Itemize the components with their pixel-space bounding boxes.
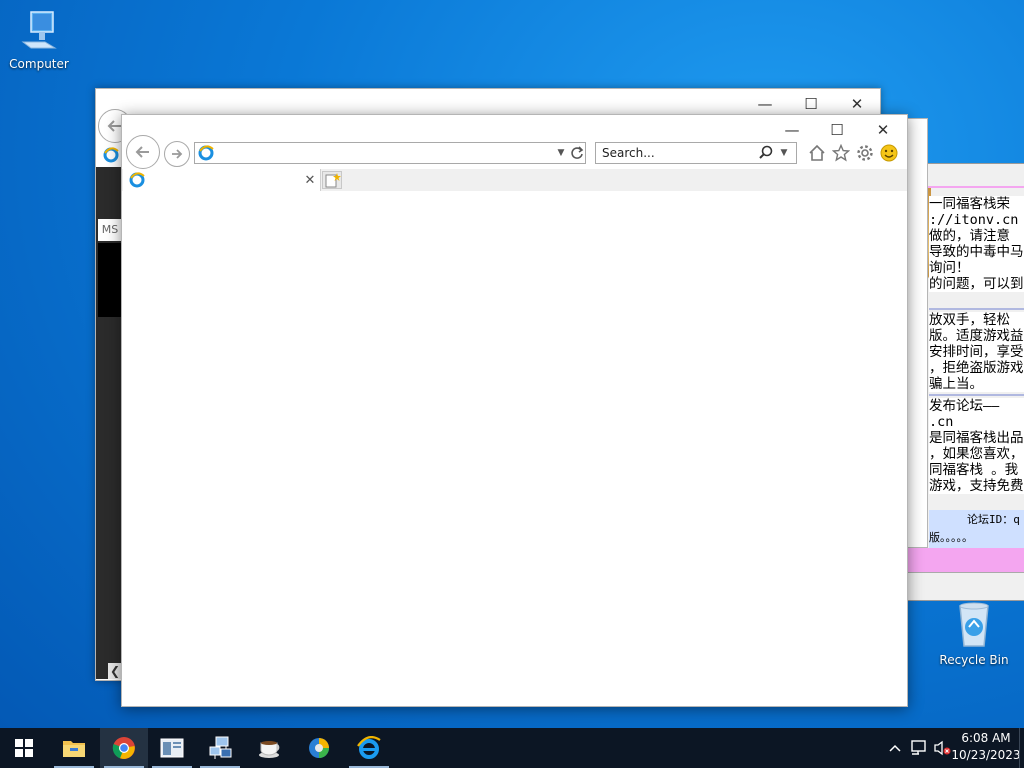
- text-line: 放双手，轻松: [929, 312, 1010, 328]
- forum-bar: 论坛ID：q 版。。。。。: [929, 510, 1024, 548]
- smiley-feedback-icon[interactable]: [879, 143, 899, 163]
- computer-icon: [21, 11, 57, 49]
- status-strip: [901, 572, 1024, 600]
- clock-time: 6:08 AM: [961, 731, 1011, 745]
- text-line: ，拒绝盗版游戏: [929, 360, 1024, 376]
- text-block-low: 发布论坛—— .cn 是同福客栈出品 ，如果您喜欢， 同福客栈 。我 游戏，支持…: [929, 398, 1024, 494]
- ie-tab-icon: [127, 170, 147, 190]
- text-line: 同福客栈 。我: [929, 462, 1019, 478]
- forward-arrow-icon: [172, 149, 183, 159]
- favorites-star-icon[interactable]: [831, 143, 851, 163]
- back-button[interactable]: [126, 135, 160, 169]
- start-button[interactable]: [0, 728, 48, 768]
- text-line: 导致的中毒中马: [929, 244, 1024, 260]
- forum-id-text: 论坛ID：q: [967, 513, 1020, 526]
- ie-window-front[interactable]: — ☐ ✕ ▼ Search... ▼ ✕: [121, 114, 908, 707]
- chevron-up-icon: [889, 744, 901, 752]
- text-line: 骗上当。: [929, 376, 983, 392]
- desktop-icon-computer[interactable]: Computer: [3, 8, 75, 71]
- network-computer-icon: [209, 736, 232, 759]
- maximize-button[interactable]: ☐: [814, 115, 860, 145]
- taskbar-app-window[interactable]: [148, 728, 196, 768]
- text-line: 安排时间，享受: [929, 344, 1024, 360]
- text-line: ://itonv.cn: [929, 212, 1019, 228]
- window-edge-strip: [906, 118, 928, 548]
- gear-icon[interactable]: [855, 143, 875, 163]
- tab-strip: ✕: [122, 169, 907, 191]
- show-hidden-icons-button[interactable]: [886, 728, 904, 768]
- search-icon[interactable]: [756, 143, 776, 163]
- text-line: 询问！: [929, 260, 970, 276]
- pink-band-bottom: [901, 548, 1024, 572]
- text-line: 一同福客栈荣: [929, 196, 1010, 212]
- home-icon[interactable]: [807, 143, 827, 163]
- desktop-icon-label: Recycle Bin: [939, 653, 1009, 667]
- taskbar-file-explorer[interactable]: [50, 728, 98, 768]
- show-desktop-button[interactable]: [1019, 728, 1024, 768]
- recycle-bin-icon: [959, 602, 989, 647]
- windows-start-icon: [15, 739, 33, 757]
- address-bar[interactable]: ▼: [194, 142, 586, 164]
- text-line: ，如果您喜欢，: [929, 446, 1024, 462]
- back-arrow-icon: [135, 146, 149, 158]
- app-window-icon: [160, 738, 184, 758]
- desktop-icon-label: Computer: [9, 57, 69, 71]
- clock-date: 10/23/2023: [951, 748, 1021, 762]
- desktop-icon-recycle-bin[interactable]: Recycle Bin: [938, 600, 1010, 667]
- tab-blank[interactable]: ✕: [123, 169, 321, 191]
- coffee-cup-icon: [259, 741, 280, 758]
- text-line: .cn: [929, 414, 954, 430]
- text-line: 是同福客栈出品: [929, 430, 1024, 446]
- divider: [929, 394, 1024, 396]
- network-icon: [911, 740, 926, 755]
- text-line: 版。适度游戏益: [929, 328, 1024, 344]
- search-dropdown-icon[interactable]: ▼: [774, 143, 794, 163]
- divider: [929, 308, 1024, 310]
- taskbar-orb-app[interactable]: [295, 728, 343, 768]
- black-panel: [98, 243, 122, 317]
- system-clock[interactable]: 6:08 AM 10/23/2023: [950, 730, 1022, 764]
- ie-page-icon: [196, 143, 216, 163]
- network-tray-button[interactable]: [908, 728, 930, 768]
- chrome-icon: [112, 737, 135, 759]
- taskbar: 6:08 AM 10/23/2023: [0, 728, 1024, 768]
- refresh-icon[interactable]: [567, 143, 587, 163]
- ie-tab-icon: [101, 145, 121, 165]
- colorful-orb-icon: [309, 738, 329, 758]
- scroll-left-button[interactable]: ❮: [108, 663, 122, 679]
- search-placeholder: Search...: [602, 146, 655, 160]
- text-line: 发布论坛——: [929, 398, 1000, 414]
- text-line: 游戏，支持免费: [929, 478, 1024, 494]
- forum-tail-text: 版。。。。。: [929, 531, 973, 544]
- new-tab-icon: [325, 173, 341, 188]
- taskbar-chrome[interactable]: [100, 728, 148, 768]
- search-box[interactable]: Search... ▼: [595, 142, 797, 164]
- text-line: 做的，请注意: [929, 228, 1010, 244]
- file-explorer-icon: [63, 741, 85, 757]
- text-block-top: 一同福客栈荣 ://itonv.cn 做的，请注意 导致的中毒中马 询问！ 的问…: [929, 196, 1024, 292]
- text-block-mid: 放双手，轻松 版。适度游戏益 安排时间，享受 ，拒绝盗版游戏 骗上当。: [929, 312, 1024, 392]
- forward-button[interactable]: [164, 141, 190, 167]
- close-tab-icon[interactable]: ✕: [300, 170, 320, 190]
- taskbar-network-computer[interactable]: [196, 728, 244, 768]
- taskbar-coffee-app[interactable]: [246, 728, 294, 768]
- close-button[interactable]: ✕: [860, 115, 906, 145]
- minimize-button[interactable]: —: [769, 115, 815, 145]
- internet-explorer-icon: [357, 736, 381, 759]
- text-line: 的问题，可以到: [929, 276, 1024, 292]
- ms-label-box: MS: [98, 219, 122, 241]
- taskbar-internet-explorer[interactable]: [345, 728, 393, 768]
- chinese-text-area: 一同福客栈荣 ://itonv.cn 做的，请注意 导致的中毒中马 询问！ 的问…: [929, 196, 1024, 494]
- new-tab-button[interactable]: [322, 171, 342, 189]
